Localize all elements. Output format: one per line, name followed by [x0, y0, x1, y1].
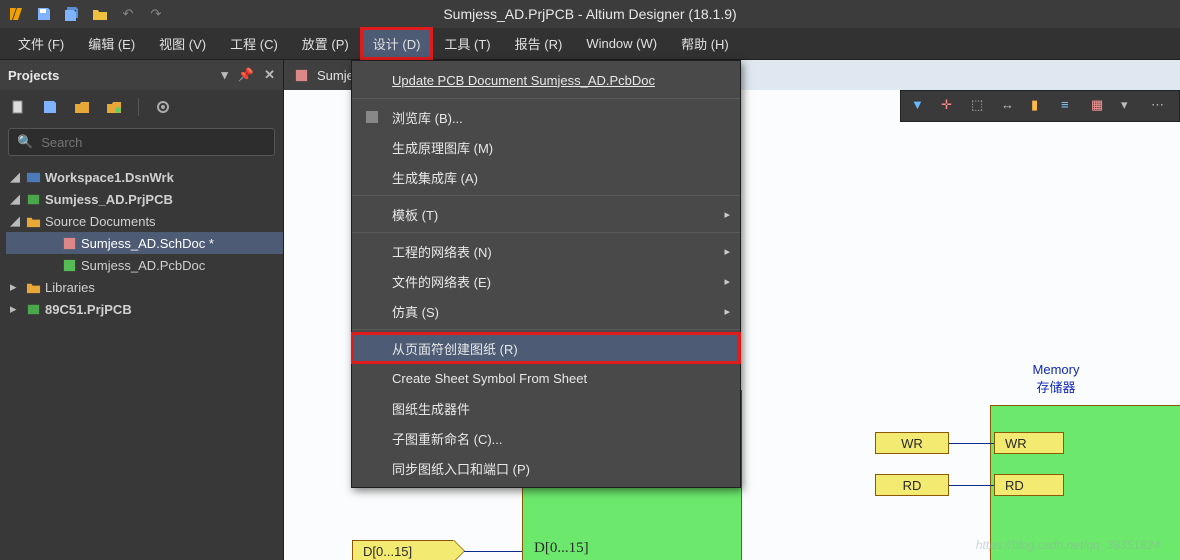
pin-icon[interactable]: 📌	[238, 67, 254, 83]
redo-icon[interactable]: ↷	[148, 6, 164, 22]
align-icon[interactable]: ≡	[1061, 97, 1079, 115]
project-tree: ◢Workspace1.DsnWrk ◢Sumjess_AD.PrjPCB ◢S…	[0, 162, 283, 320]
projects-title: Projects	[8, 68, 59, 83]
menu-gen-schlib[interactable]: 生成原理图库 (M)	[352, 132, 740, 162]
menu-create-sheet[interactable]: 从页面符创建图纸 (R)	[352, 333, 740, 363]
menu-bar: 文件 (F) 编辑 (E) 视图 (V) 工程 (C) 放置 (P) 设计 (D…	[0, 28, 1180, 60]
compile-icon[interactable]	[74, 99, 90, 115]
chevron-down-icon[interactable]: ▾	[1121, 97, 1139, 115]
gear-icon[interactable]	[155, 99, 171, 115]
undo-icon[interactable]: ↶	[120, 6, 136, 22]
menu-file[interactable]: 文件 (F)	[6, 28, 76, 59]
menu-view[interactable]: 视图 (V)	[147, 28, 218, 59]
design-menu-dropdown: Update PCB Document Sumjess_AD.PcbDoc 浏览…	[351, 60, 741, 488]
tree-schdoc[interactable]: Sumjess_AD.SchDoc *	[6, 232, 283, 254]
grid-icon[interactable]: ▦	[1091, 97, 1109, 115]
open-icon[interactable]	[92, 6, 108, 22]
menu-sim[interactable]: 仿真 (S)	[352, 296, 740, 326]
save-proj-icon[interactable]	[42, 99, 58, 115]
window-title: Sumjess_AD.PrjPCB - Altium Designer (18.…	[443, 6, 736, 22]
save-icon[interactable]	[36, 6, 52, 22]
project-icon	[26, 192, 41, 207]
menu-window[interactable]: Window (W)	[574, 28, 669, 59]
view-toolbar: ▼ ✛ ⬚ ↔ ▮ ≡ ▦ ▾ ⋯	[900, 90, 1180, 122]
port-wr-left[interactable]: WR	[875, 432, 949, 454]
lib-icon	[364, 109, 380, 125]
tree-source-docs[interactable]: ◢Source Documents	[6, 210, 283, 232]
search-icon: 🔍	[17, 134, 33, 150]
menu-tools[interactable]: 工具 (T)	[432, 28, 502, 59]
menu-browse-lib[interactable]: 浏览库 (B)...	[352, 102, 740, 132]
search-box[interactable]: 🔍	[8, 128, 275, 156]
menu-file-netlist[interactable]: 文件的网络表 (E)	[352, 266, 740, 296]
menu-gen-intlib[interactable]: 生成集成库 (A)	[352, 162, 740, 192]
menu-create-symbol[interactable]: Create Sheet Symbol From Sheet	[352, 363, 740, 393]
label-d: D[0...15]	[534, 540, 589, 557]
menu-update-pcb[interactable]: Update PCB Document Sumjess_AD.PcbDoc	[352, 65, 740, 95]
port-rd-left[interactable]: RD	[875, 474, 949, 496]
layers-icon[interactable]: ▮	[1031, 97, 1049, 115]
watermark: https://blog.csdn.net/qq_38351824	[976, 538, 1160, 552]
port-d-left[interactable]: D[0...15]	[352, 540, 454, 560]
menu-design[interactable]: 设计 (D)	[361, 28, 433, 59]
menu-help[interactable]: 帮助 (H)	[669, 28, 741, 59]
pcb-icon	[62, 258, 77, 273]
menu-proj-netlist[interactable]: 工程的网络表 (N)	[352, 236, 740, 266]
close-panel-icon[interactable]: ✕	[264, 67, 275, 83]
tree-workspace[interactable]: ◢Workspace1.DsnWrk	[6, 166, 283, 188]
title-bar: ↶ ↷ Sumjess_AD.PrjPCB - Altium Designer …	[0, 0, 1180, 28]
menu-sheet-gen[interactable]: 图纸生成器件	[352, 393, 740, 423]
save-all-icon[interactable]	[64, 6, 80, 22]
tree-project[interactable]: ◢Sumjess_AD.PrjPCB	[6, 188, 283, 210]
sch-icon	[294, 68, 309, 83]
port-wr-right[interactable]: WR	[994, 432, 1064, 454]
menu-edit[interactable]: 编辑 (E)	[76, 28, 147, 59]
app-icon	[8, 6, 24, 22]
menu-template[interactable]: 模板 (T)	[352, 199, 740, 229]
project-icon	[26, 302, 41, 317]
search-input[interactable]	[41, 135, 266, 150]
sch-icon	[62, 236, 77, 251]
block-title-memory: Memory存储器	[996, 362, 1116, 396]
filter-icon[interactable]: ▼	[911, 97, 929, 115]
menu-place[interactable]: 放置 (P)	[290, 28, 361, 59]
refresh-icon[interactable]	[106, 99, 122, 115]
menu-rename[interactable]: 子图重新命名 (C)...	[352, 423, 740, 453]
projects-toolbar	[0, 90, 283, 124]
menu-sync[interactable]: 同步图纸入口和端口 (P)	[352, 453, 740, 483]
move-icon[interactable]: ↔	[1001, 97, 1019, 115]
more-icon[interactable]: ⋯	[1151, 97, 1169, 115]
menu-report[interactable]: 报告 (R)	[503, 28, 575, 59]
menu-project[interactable]: 工程 (C)	[218, 28, 290, 59]
crosshair-icon[interactable]: ✛	[941, 97, 959, 115]
tree-pcbdoc[interactable]: Sumjess_AD.PcbDoc	[6, 254, 283, 276]
workspace-icon	[26, 170, 41, 185]
panel-menu-icon[interactable]: ▾	[221, 67, 228, 83]
tree-project2[interactable]: ▸89C51.PrjPCB	[6, 298, 283, 320]
tree-libs[interactable]: ▸Libraries	[6, 276, 283, 298]
folder-icon	[26, 214, 41, 229]
projects-panel: Projects ▾ 📌 ✕ 🔍 ◢Workspace1.DsnWrk ◢Sum…	[0, 60, 284, 560]
folder-icon	[26, 280, 41, 295]
new-doc-icon[interactable]	[10, 99, 26, 115]
select-icon[interactable]: ⬚	[971, 97, 989, 115]
port-rd-right[interactable]: RD	[994, 474, 1064, 496]
